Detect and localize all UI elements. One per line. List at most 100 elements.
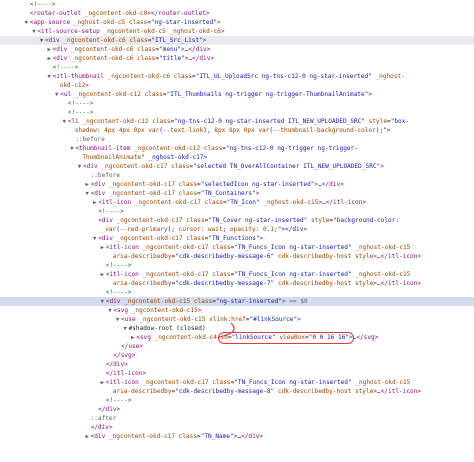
comment-node[interactable]: <!---->: [0, 63, 474, 72]
node-markup: okd-c12>: [59, 82, 89, 89]
node-markup: <div _ngcontent-okd-c17 class="TN_Cover …: [98, 217, 400, 224]
comment-node[interactable]: <!---->: [0, 207, 474, 216]
pseudo-element-node[interactable]: ::before: [0, 171, 474, 180]
dom-node-row[interactable]: ▶ <div _ngcontent-okd-c17 class="TN_Name"…: [0, 432, 474, 441]
node-markup: <li _ngcontent-okd-c12 class="ng-tns-c12…: [67, 118, 410, 125]
wrapped-attribute-line[interactable]: aria-describedby="cdk-describedby-messag…: [0, 252, 474, 261]
dom-node-row[interactable]: </div>: [0, 360, 474, 369]
expand-triangle-icon[interactable]: ▼: [114, 316, 121, 324]
collapse-triangle-icon[interactable]: ▶: [99, 271, 106, 279]
collapse-triangle-icon[interactable]: ▶: [84, 181, 91, 189]
node-markup: #shadow-root (closed): [128, 325, 206, 332]
node-markup: </div>: [105, 361, 128, 368]
dom-node-row[interactable]: ▶ <div _ngcontent-okd-c17 class="selected…: [0, 180, 474, 189]
pseudo-element-node[interactable]: ::after: [0, 414, 474, 423]
expand-triangle-icon[interactable]: ▼: [23, 19, 30, 27]
node-markup: var(--red-primary); cursor: wait; opacit…: [105, 226, 308, 233]
expand-triangle-icon[interactable]: ▼: [38, 37, 45, 45]
collapse-triangle-icon[interactable]: ▶: [46, 46, 53, 54]
node-markup: </itl-icon>: [105, 370, 147, 377]
dom-node-row[interactable]: ▼ <app-source _nghost-okd-c5 class="ng-st…: [0, 18, 474, 27]
comment-node[interactable]: <!---->: [0, 261, 474, 270]
node-markup: <svg _ngcontent-okd-c15>: [113, 307, 202, 314]
collapse-triangle-icon[interactable]: ▶: [99, 244, 106, 252]
node-markup: <div _ngcontent-okd-c15 class="ng-star-i…: [105, 298, 286, 305]
collapse-triangle-icon[interactable]: ▶: [46, 55, 53, 63]
pseudo-element-node[interactable]: ::before: [0, 135, 474, 144]
dom-node-row[interactable]: <div _ngcontent-okd-c17 class="TN_Cover …: [0, 216, 474, 225]
comment-node[interactable]: <!---->: [0, 0, 474, 9]
comment-node[interactable]: <!---->: [0, 99, 474, 108]
expand-triangle-icon[interactable]: ▼: [46, 73, 53, 81]
dom-node-row[interactable]: ▼ <ul _ngcontent-okd-c12 class="ITL_Thumb…: [0, 90, 474, 99]
collapse-triangle-icon[interactable]: ▶: [99, 379, 106, 387]
dom-node-row[interactable]: ▶ <div _ngcontent-okd-c6 class="title">…<…: [0, 54, 474, 63]
wrapped-attribute-line[interactable]: var(--red-primary); cursor: wait; opacit…: [0, 225, 474, 234]
node-markup: <div _ngcontent-okd-c17 class="TN_Functi…: [98, 235, 264, 242]
dom-node-row[interactable]: ▼ <svg _ngcontent-okd-c15>: [0, 306, 474, 315]
dom-node-row[interactable]: ▼ <div _ngcontent-okd-c6 class="ITL_Src_L…: [0, 36, 474, 45]
node-markup: <div _ngcontent-okd-c6 class="ITL_Src_Li…: [45, 37, 207, 44]
node-markup: <itl-icon _ngcontent-okd-c17 class="TN_F…: [105, 271, 411, 278]
dom-node-row[interactable]: ▶ <svg _ngcontent-okd-c4 id="linkSource" …: [0, 333, 474, 342]
node-markup: </div>: [98, 406, 121, 413]
wrapped-attribute-line[interactable]: aria-describedby="cdk-describedby-messag…: [0, 279, 474, 288]
dom-node-row[interactable]: ▼ <div _ngcontent-okd-c17 class="TN_Funct…: [0, 234, 474, 243]
comment-node[interactable]: <!---->: [0, 396, 474, 405]
dom-node-row[interactable]: ▼ <div _ngcontent-okd-c17 class="TN_Conta…: [0, 189, 474, 198]
dom-node-row[interactable]: ▼ <use _ngcontent-okd-c15 xlink:href="#li…: [0, 315, 474, 324]
node-markup: <div _ngcontent-okd-c6 class="menu">…</d…: [52, 46, 211, 53]
node-markup: <svg _ngcontent-okd-c4 id="linkSource" v…: [136, 334, 379, 341]
node-markup: <div _ngcontent-okd-c6 class="title">…</…: [52, 55, 215, 62]
expand-triangle-icon[interactable]: ▼: [99, 298, 106, 306]
dom-node-row[interactable]: ▶ <div _ngcontent-okd-c6 class="menu">…</…: [0, 45, 474, 54]
wrapped-attribute-line[interactable]: shadow: 4px 4px 0px var(--text-link), 8p…: [0, 126, 474, 135]
node-markup: aria-describedby="cdk-describedby-messag…: [112, 388, 421, 395]
dom-node-row[interactable]: ▼ <div _ngcontent-okd-c15 class="ng-star-…: [0, 297, 474, 306]
dom-node-row[interactable]: ▶ <itl-icon _ngcontent-okd-c17 class="TN_…: [0, 243, 474, 252]
dom-node-row[interactable]: ▼ <div _ngcontent-okd-c17 class="selected…: [0, 162, 474, 171]
node-markup: </div>: [90, 424, 113, 431]
node-markup: <itl-icon _ngcontent-okd-c17 class="TN_F…: [105, 379, 411, 386]
node-markup: <ul _ngcontent-okd-c12 class="ITL_Thumbn…: [60, 91, 373, 98]
devtools-elements-tree: <!----> <router-outlet _ngcontent-okd-c0>…: [0, 0, 474, 462]
node-markup: <!---->: [29, 1, 56, 8]
wrapped-attribute-line[interactable]: aria-describedby="cdk-describedby-messag…: [0, 387, 474, 396]
dom-node-row[interactable]: </itl-icon>: [0, 369, 474, 378]
node-markup: <div _ngcontent-okd-c17 class="selectedI…: [90, 181, 344, 188]
node-markup: ::before: [75, 136, 105, 143]
comment-node[interactable]: <!---->: [0, 288, 474, 297]
expand-triangle-icon[interactable]: ▼: [122, 325, 129, 333]
node-markup: <!---->: [105, 262, 132, 269]
node-markup: <div _ngcontent-okd-c17 class="TN_Contai…: [90, 190, 260, 197]
dom-node-row[interactable]: ▼ <itl-thumbnail _ngcontent-okd-c6 class=…: [0, 72, 474, 81]
node-markup: aria-describedby="cdk-describedby-messag…: [112, 253, 421, 260]
comment-node[interactable]: <!---->: [0, 108, 474, 117]
wrapped-attribute-line[interactable]: ThumbnailAnimate" _nghost-okd-c17>: [0, 153, 474, 162]
node-markup: ThumbnailAnimate" _nghost-okd-c17>: [82, 154, 208, 161]
dom-node-row[interactable]: <router-outlet _ngcontent-okd-c0></route…: [0, 9, 474, 18]
node-markup: <router-outlet _ngcontent-okd-c0></route…: [29, 10, 210, 17]
node-markup: <thumbnail-item _ngcontent-okd-c12 class…: [75, 145, 358, 152]
dom-node-row[interactable]: ▼ <li _ngcontent-okd-c12 class="ng-tns-c1…: [0, 117, 474, 126]
dom-node-row[interactable]: ▶ <itl-icon _ngcontent-okd-c17 class="TN_…: [0, 270, 474, 279]
node-markup: <!---->: [52, 64, 79, 71]
node-markup: ::after: [90, 415, 117, 422]
dom-node-row[interactable]: ▼ <thumbnail-item _ngcontent-okd-c12 clas…: [0, 144, 474, 153]
dom-node-row[interactable]: </div>: [0, 423, 474, 432]
expand-triangle-icon[interactable]: ▼: [84, 190, 91, 198]
dom-node-row[interactable]: ▶ <itl-icon _ngcontent-okd-c17 class="TN_…: [0, 198, 474, 207]
shadow-root-node[interactable]: ▼ #shadow-root (closed): [0, 324, 474, 333]
collapse-triangle-icon[interactable]: ▶: [84, 433, 91, 441]
node-markup: aria-describedby="cdk-describedby-messag…: [112, 280, 421, 287]
expand-triangle-icon[interactable]: ▼: [61, 118, 68, 126]
node-markup: </svg>: [113, 352, 136, 359]
wrapped-attribute-line[interactable]: okd-c12>: [0, 81, 474, 90]
node-markup: <!---->: [67, 109, 94, 116]
dom-node-row[interactable]: </svg>: [0, 351, 474, 360]
dom-node-row[interactable]: </use>: [0, 342, 474, 351]
dom-node-row[interactable]: ▶ <itl-icon _ngcontent-okd-c17 class="TN_…: [0, 378, 474, 387]
dom-node-row[interactable]: ▼ <itl-source-setup _ngcontent-okd-c5 _ng…: [0, 27, 474, 36]
dom-node-row[interactable]: </div>: [0, 405, 474, 414]
expand-triangle-icon[interactable]: ▼: [76, 163, 83, 171]
